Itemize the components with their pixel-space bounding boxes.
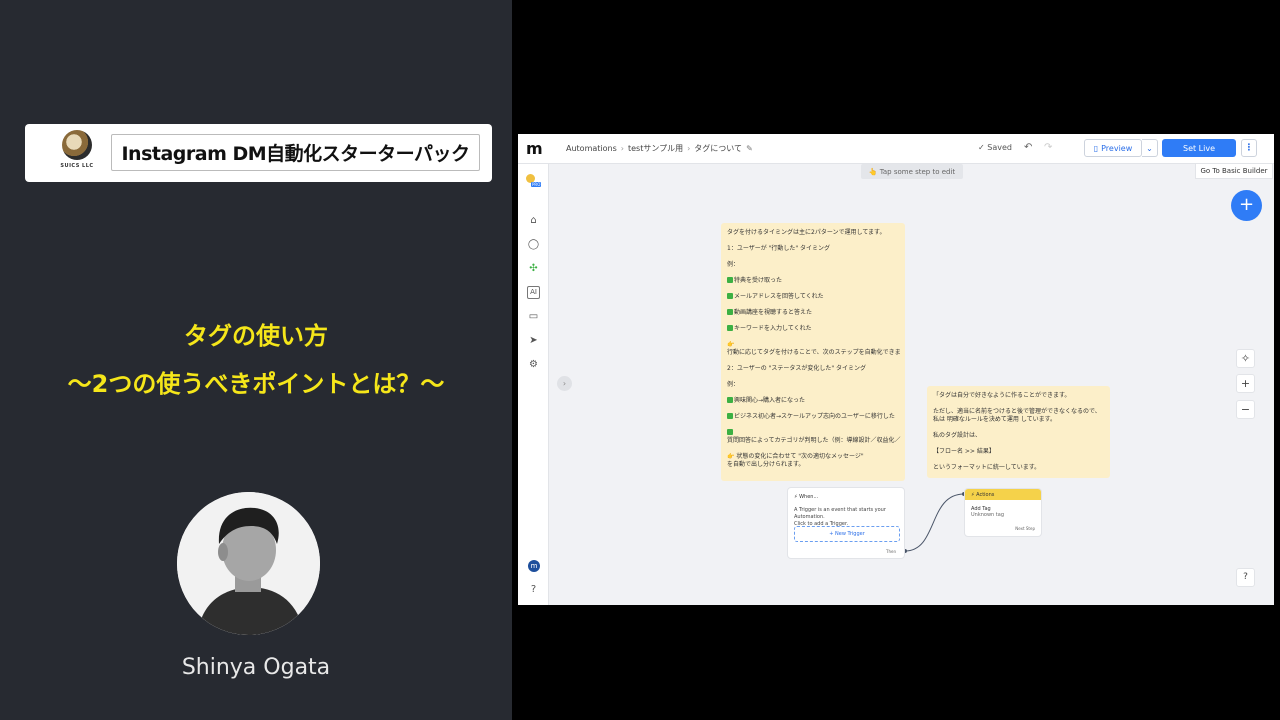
trigger-card[interactable]: ⚡ When... A Trigger is an event that sta… [787,487,905,559]
then-label: Then [886,549,896,554]
lightning-icon: ⚡ [794,494,798,500]
author-avatar [177,492,320,635]
title-banner: SUICS LLC Instagram DM自動化スターターパック [25,124,492,182]
banner-title: Instagram DM自動化スターターパック [111,134,480,171]
trigger-description: A Trigger is an event that starts your A… [794,507,886,527]
logo-mark-icon [62,130,92,160]
automation-builder-window: m Automations › testサンプル用 › タグについて ✎ ✓ S… [518,134,1274,605]
lightning-icon: ⚡ [971,492,975,498]
author-name: Shinya Ogata [181,655,331,680]
actions-header: ⚡ Actions [965,489,1041,500]
portrait-photo [177,492,320,635]
actions-card[interactable]: ⚡ Actions Add Tag Unknown tag Next Step [964,488,1042,537]
trigger-header: ⚡ When... [794,494,819,500]
headline-line2: 〜2つの使うべきポイントとは？〜 [67,370,445,398]
left-panel: SUICS LLC Instagram DM自動化スターターパック タグの使い方… [0,0,512,720]
headline-line1: タグの使い方 [184,322,328,350]
next-step-label[interactable]: Next Step [1015,526,1035,531]
new-trigger-button[interactable]: + New Trigger [794,526,900,542]
action-tag-value: Unknown tag [971,512,1004,518]
company-logo: SUICS LLC [55,130,99,176]
logo-text: SUICS LLC [60,163,94,169]
